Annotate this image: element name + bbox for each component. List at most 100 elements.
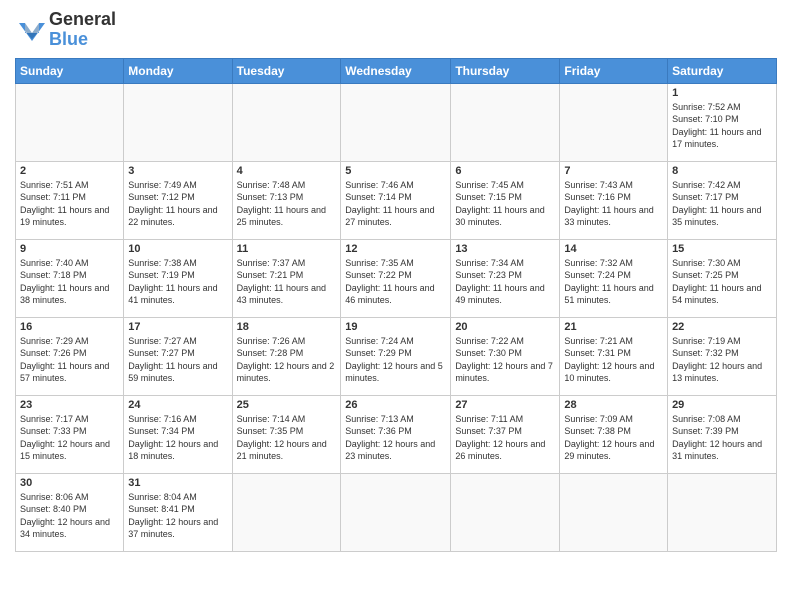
day-cell	[124, 83, 232, 161]
day-cell	[232, 473, 341, 551]
day-cell: 16Sunrise: 7:29 AM Sunset: 7:26 PM Dayli…	[16, 317, 124, 395]
day-cell: 2Sunrise: 7:51 AM Sunset: 7:11 PM Daylig…	[16, 161, 124, 239]
day-info: Sunrise: 7:30 AM Sunset: 7:25 PM Dayligh…	[672, 257, 772, 307]
day-cell: 17 Sunrise: 7:27 AM Sunset: 7:27 PM Dayli…	[124, 317, 232, 395]
day-info: Sunrise: 7:34 AM Sunset: 7:23 PM Dayligh…	[455, 257, 555, 307]
day-cell: 21Sunrise: 7:21 AM Sunset: 7:31 PM Dayli…	[560, 317, 668, 395]
day-number: 6	[455, 165, 555, 177]
day-number: 31	[128, 477, 227, 489]
day-cell: 28Sunrise: 7:09 AM Sunset: 7:38 PM Dayli…	[560, 395, 668, 473]
day-info: Sunrise: 7:49 AM Sunset: 7:12 PM Dayligh…	[128, 179, 227, 229]
week-row-2: 2Sunrise: 7:51 AM Sunset: 7:11 PM Daylig…	[16, 161, 777, 239]
week-row-3: 9 Sunrise: 7:40 AM Sunset: 7:18 PM Daylig…	[16, 239, 777, 317]
day-cell: 29Sunrise: 7:08 AM Sunset: 7:39 PM Dayli…	[668, 395, 777, 473]
day-number: 21	[564, 321, 663, 333]
day-cell: 24 Sunrise: 7:16 AM Sunset: 7:34 PM Dayli…	[124, 395, 232, 473]
day-cell	[451, 473, 560, 551]
day-cell: 11 Sunrise: 7:37 AM Sunset: 7:21 PM Dayli…	[232, 239, 341, 317]
logo-triangle-icon	[15, 13, 49, 47]
day-number: 24	[128, 399, 227, 411]
day-cell	[560, 473, 668, 551]
day-info: Sunrise: 7:35 AM Sunset: 7:22 PM Dayligh…	[345, 257, 446, 307]
day-number: 10	[128, 243, 227, 255]
weekday-header-monday: Monday	[124, 58, 232, 83]
day-number: 12	[345, 243, 446, 255]
day-info: Sunrise: 7:46 AM Sunset: 7:14 PM Dayligh…	[345, 179, 446, 229]
day-info: Sunrise: 7:16 AM Sunset: 7:34 PM Dayligh…	[128, 413, 227, 463]
day-info: Sunrise: 7:27 AM Sunset: 7:27 PM Dayligh…	[128, 335, 227, 385]
day-number: 1	[672, 87, 772, 99]
week-row-4: 16Sunrise: 7:29 AM Sunset: 7:26 PM Dayli…	[16, 317, 777, 395]
logo-text: General Blue	[15, 10, 116, 50]
day-number: 4	[237, 165, 337, 177]
day-info: Sunrise: 8:04 AM Sunset: 8:41 PM Dayligh…	[128, 491, 227, 541]
day-info: Sunrise: 7:32 AM Sunset: 7:24 PM Dayligh…	[564, 257, 663, 307]
day-cell: 26 Sunrise: 7:13 AM Sunset: 7:36 PM Dayli…	[341, 395, 451, 473]
day-info: Sunrise: 7:26 AM Sunset: 7:28 PM Dayligh…	[237, 335, 337, 385]
day-cell: 6 Sunrise: 7:45 AM Sunset: 7:15 PM Daylig…	[451, 161, 560, 239]
day-cell: 31 Sunrise: 8:04 AM Sunset: 8:41 PM Dayli…	[124, 473, 232, 551]
day-number: 5	[345, 165, 446, 177]
logo-general: General	[49, 9, 116, 29]
day-cell: 20 Sunrise: 7:22 AM Sunset: 7:30 PM Dayli…	[451, 317, 560, 395]
day-cell	[451, 83, 560, 161]
day-number: 19	[345, 321, 446, 333]
day-number: 28	[564, 399, 663, 411]
day-cell	[232, 83, 341, 161]
day-number: 15	[672, 243, 772, 255]
day-cell: 4 Sunrise: 7:48 AM Sunset: 7:13 PM Daylig…	[232, 161, 341, 239]
day-number: 2	[20, 165, 119, 177]
day-number: 17	[128, 321, 227, 333]
day-info: Sunrise: 7:37 AM Sunset: 7:21 PM Dayligh…	[237, 257, 337, 307]
day-cell: 15 Sunrise: 7:30 AM Sunset: 7:25 PM Dayli…	[668, 239, 777, 317]
day-info: Sunrise: 7:38 AM Sunset: 7:19 PM Dayligh…	[128, 257, 227, 307]
weekday-header-row: SundayMondayTuesdayWednesdayThursdayFrid…	[16, 58, 777, 83]
logo: General Blue	[15, 10, 116, 50]
day-info: Sunrise: 7:14 AM Sunset: 7:35 PM Dayligh…	[237, 413, 337, 463]
day-number: 8	[672, 165, 772, 177]
day-number: 9	[20, 243, 119, 255]
day-info: Sunrise: 7:24 AM Sunset: 7:29 PM Dayligh…	[345, 335, 446, 385]
day-info: Sunrise: 7:52 AM Sunset: 7:10 PM Dayligh…	[672, 101, 772, 151]
week-row-1: 1 Sunrise: 7:52 AM Sunset: 7:10 PM Daylig…	[16, 83, 777, 161]
weekday-header-tuesday: Tuesday	[232, 58, 341, 83]
weekday-header-sunday: Sunday	[16, 58, 124, 83]
day-number: 26	[345, 399, 446, 411]
day-cell: 27 Sunrise: 7:11 AM Sunset: 7:37 PM Dayli…	[451, 395, 560, 473]
day-number: 18	[237, 321, 337, 333]
day-cell: 19 Sunrise: 7:24 AM Sunset: 7:29 PM Dayli…	[341, 317, 451, 395]
day-number: 23	[20, 399, 119, 411]
day-number: 3	[128, 165, 227, 177]
day-cell: 18 Sunrise: 7:26 AM Sunset: 7:28 PM Dayli…	[232, 317, 341, 395]
day-info: Sunrise: 7:22 AM Sunset: 7:30 PM Dayligh…	[455, 335, 555, 385]
day-info: Sunrise: 7:45 AM Sunset: 7:15 PM Dayligh…	[455, 179, 555, 229]
day-number: 11	[237, 243, 337, 255]
day-info: Sunrise: 7:40 AM Sunset: 7:18 PM Dayligh…	[20, 257, 119, 307]
day-cell: 3 Sunrise: 7:49 AM Sunset: 7:12 PM Daylig…	[124, 161, 232, 239]
day-cell	[341, 83, 451, 161]
day-number: 13	[455, 243, 555, 255]
day-info: Sunrise: 7:43 AM Sunset: 7:16 PM Dayligh…	[564, 179, 663, 229]
day-number: 25	[237, 399, 337, 411]
day-cell	[560, 83, 668, 161]
day-cell: 7Sunrise: 7:43 AM Sunset: 7:16 PM Daylig…	[560, 161, 668, 239]
day-cell: 23Sunrise: 7:17 AM Sunset: 7:33 PM Dayli…	[16, 395, 124, 473]
day-cell	[668, 473, 777, 551]
header: General Blue	[15, 10, 777, 50]
day-cell: 8Sunrise: 7:42 AM Sunset: 7:17 PM Daylig…	[668, 161, 777, 239]
week-row-6: 30Sunrise: 8:06 AM Sunset: 8:40 PM Dayli…	[16, 473, 777, 551]
day-number: 14	[564, 243, 663, 255]
day-info: Sunrise: 7:11 AM Sunset: 7:37 PM Dayligh…	[455, 413, 555, 463]
day-number: 27	[455, 399, 555, 411]
day-number: 29	[672, 399, 772, 411]
day-cell: 1 Sunrise: 7:52 AM Sunset: 7:10 PM Daylig…	[668, 83, 777, 161]
logo-blue: Blue	[49, 29, 88, 49]
calendar-table: SundayMondayTuesdayWednesdayThursdayFrid…	[15, 58, 777, 552]
weekday-header-saturday: Saturday	[668, 58, 777, 83]
day-cell	[16, 83, 124, 161]
day-number: 20	[455, 321, 555, 333]
day-cell: 5 Sunrise: 7:46 AM Sunset: 7:14 PM Daylig…	[341, 161, 451, 239]
day-info: Sunrise: 7:13 AM Sunset: 7:36 PM Dayligh…	[345, 413, 446, 463]
day-info: Sunrise: 8:06 AM Sunset: 8:40 PM Dayligh…	[20, 491, 119, 541]
day-info: Sunrise: 7:48 AM Sunset: 7:13 PM Dayligh…	[237, 179, 337, 229]
